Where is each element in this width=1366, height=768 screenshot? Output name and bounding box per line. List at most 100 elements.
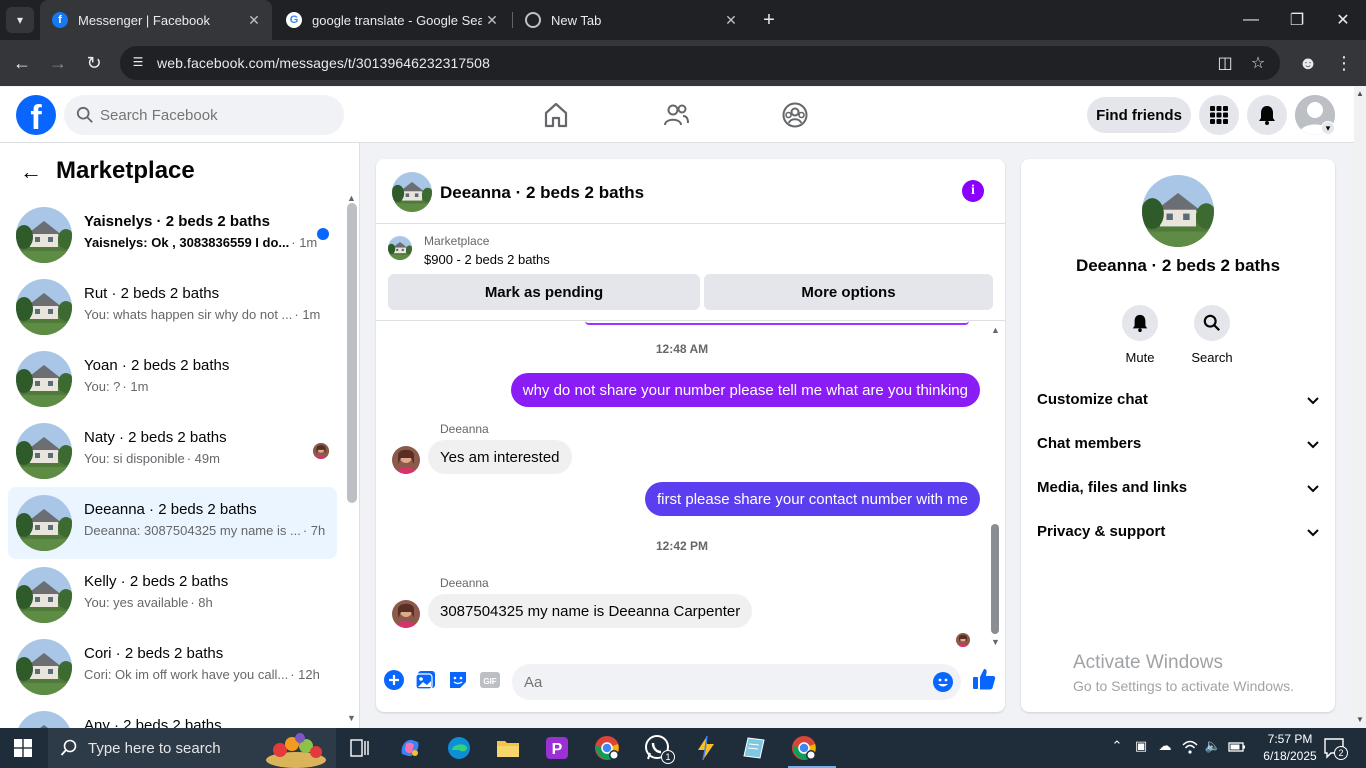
taskbar-search[interactable]: Type here to search bbox=[48, 728, 336, 768]
details-name: Deeanna · 2 beds 2 baths bbox=[1075, 256, 1281, 275]
house-photo-icon bbox=[16, 639, 72, 695]
tab-google-search[interactable]: G google translate - Google Search ✕ bbox=[274, 0, 510, 40]
photo-icon[interactable] bbox=[415, 669, 437, 691]
info-icon[interactable]: i bbox=[962, 180, 984, 202]
whatsapp-icon[interactable]: 1 bbox=[641, 732, 675, 764]
forward-button[interactable]: → bbox=[44, 49, 72, 77]
onedrive-icon[interactable]: ☁ bbox=[1156, 738, 1174, 756]
conv-scroll-up[interactable]: ▲ bbox=[991, 325, 1000, 335]
list-scroll-up[interactable]: ▲ bbox=[347, 193, 356, 203]
bookmark-star-icon[interactable]: ☆ bbox=[1249, 55, 1267, 73]
chat-list-item[interactable]: Naty · 2 beds 2 baths You: si disponible … bbox=[8, 415, 337, 487]
chat-list-item[interactable]: Any · 2 beds 2 baths bbox=[8, 703, 337, 728]
power-automate-icon[interactable] bbox=[690, 732, 722, 764]
find-friends-button[interactable]: Find friends bbox=[1087, 97, 1191, 133]
emoji-icon[interactable] bbox=[932, 671, 954, 693]
conv-scroll-down[interactable]: ▼ bbox=[991, 637, 1000, 647]
url-text[interactable]: web.facebook.com/messages/t/301396462323… bbox=[157, 55, 490, 71]
file-explorer-icon[interactable] bbox=[492, 732, 524, 764]
scroll-up-arrow[interactable]: ▲ bbox=[1356, 89, 1364, 98]
new-tab-button[interactable]: + bbox=[758, 8, 780, 32]
more-options-button[interactable]: More options bbox=[704, 274, 993, 310]
home-icon[interactable] bbox=[542, 101, 570, 129]
facebook-logo[interactable]: f bbox=[16, 95, 56, 135]
customize-chat-row[interactable]: Customize chat bbox=[1029, 378, 1327, 422]
chat-list-item[interactable]: Rut · 2 beds 2 baths You: whats happen si… bbox=[8, 271, 337, 343]
volume-icon[interactable]: 🔈 bbox=[1204, 738, 1222, 756]
copilot-icon[interactable] bbox=[394, 732, 426, 764]
back-button[interactable]: ← bbox=[8, 49, 36, 77]
conversation-avatar[interactable] bbox=[392, 172, 432, 212]
plus-circle-icon[interactable] bbox=[383, 669, 405, 691]
outgoing-message[interactable]: first please share your contact number w… bbox=[645, 482, 980, 516]
profile-icon[interactable]: ☻ bbox=[1294, 49, 1322, 77]
chat-time: · 1m bbox=[294, 307, 321, 322]
menu-grid-button[interactable] bbox=[1199, 95, 1239, 135]
conversation-scrollbar[interactable] bbox=[991, 524, 999, 634]
browser-menu-icon[interactable]: ⋮ bbox=[1330, 49, 1358, 77]
chat-list-item[interactable]: Cori · 2 beds 2 baths Cori: Ok im off wor… bbox=[8, 631, 337, 703]
thumbs-up-icon[interactable] bbox=[972, 667, 996, 691]
chat-list-item[interactable]: Kelly · 2 beds 2 baths You: yes available… bbox=[8, 559, 337, 631]
task-view-icon[interactable] bbox=[344, 732, 376, 764]
chrome-active-icon[interactable] bbox=[788, 732, 836, 768]
sticker-icon[interactable] bbox=[447, 669, 469, 691]
install-app-icon[interactable]: ◫ bbox=[1216, 55, 1234, 73]
chat-list-item[interactable]: Yoan · 2 beds 2 baths You: ? · 1m bbox=[8, 343, 337, 415]
search-action[interactable]: Search bbox=[1182, 305, 1242, 365]
notes-app-icon[interactable] bbox=[738, 732, 770, 764]
scroll-down-arrow[interactable]: ▼ bbox=[1356, 715, 1364, 724]
picsart-icon[interactable]: P bbox=[541, 732, 573, 764]
tab-search-dropdown[interactable]: ▾ bbox=[6, 7, 34, 33]
sender-avatar[interactable] bbox=[392, 446, 420, 474]
incoming-message[interactable]: 3087504325 my name is Deeanna Carpenter bbox=[428, 594, 753, 628]
site-settings-icon[interactable]: ☰ bbox=[130, 55, 146, 71]
restore-button[interactable]: ❐ bbox=[1274, 0, 1320, 40]
wifi-icon[interactable] bbox=[1181, 738, 1199, 756]
chat-list-item[interactable]: Yaisnelys · 2 beds 2 baths Yaisnelys: Ok … bbox=[8, 199, 337, 271]
back-arrow-icon[interactable]: ← bbox=[20, 161, 44, 185]
reload-button[interactable]: ↻ bbox=[80, 49, 108, 77]
mute-action[interactable]: Mute bbox=[1110, 305, 1170, 365]
gif-icon[interactable]: GIF bbox=[479, 669, 501, 691]
account-chevron-icon[interactable]: ▾ bbox=[1321, 121, 1335, 135]
close-tab-icon[interactable]: ✕ bbox=[721, 12, 741, 29]
sender-avatar[interactable] bbox=[392, 600, 420, 628]
mark-as-pending-button[interactable]: Mark as pending bbox=[388, 274, 700, 310]
show-hidden-icons[interactable]: ⌃ bbox=[1108, 738, 1126, 756]
chrome-profile-icon[interactable] bbox=[591, 732, 623, 764]
tab-messenger[interactable]: f Messenger | Facebook ✕ bbox=[40, 0, 272, 40]
conversation-title[interactable]: Deeanna · 2 beds 2 baths bbox=[440, 183, 644, 203]
address-bar[interactable]: ☰ web.facebook.com/messages/t/3013964623… bbox=[120, 46, 1280, 80]
friends-icon[interactable] bbox=[662, 101, 690, 129]
meet-now-icon[interactable]: ▣ bbox=[1132, 738, 1150, 756]
message-input-box[interactable] bbox=[512, 664, 961, 700]
edge-icon[interactable] bbox=[443, 732, 475, 764]
facebook-search[interactable] bbox=[64, 95, 344, 135]
system-clock[interactable]: 7:57 PM 6/18/2025 bbox=[1258, 731, 1322, 765]
media-files-links-row[interactable]: Media, files and links bbox=[1029, 466, 1327, 510]
message-input[interactable] bbox=[524, 664, 914, 700]
windows-start-icon[interactable] bbox=[14, 739, 32, 757]
details-avatar[interactable] bbox=[1142, 175, 1214, 247]
clock-time: 7:57 PM bbox=[1267, 732, 1313, 746]
page-scrollbar[interactable]: ▲ ▼ bbox=[1354, 87, 1366, 728]
close-window-button[interactable]: ✕ bbox=[1320, 0, 1366, 40]
groups-icon[interactable] bbox=[781, 101, 809, 129]
chat-members-row[interactable]: Chat members bbox=[1029, 422, 1327, 466]
listing-title[interactable]: $900 - 2 beds 2 baths bbox=[424, 252, 550, 267]
close-tab-icon[interactable]: ✕ bbox=[482, 12, 502, 29]
search-input[interactable] bbox=[100, 95, 330, 135]
close-tab-icon[interactable]: ✕ bbox=[244, 12, 264, 29]
notifications-button[interactable] bbox=[1247, 95, 1287, 135]
battery-icon[interactable] bbox=[1228, 738, 1246, 756]
outgoing-message[interactable]: why do not share your number please tell… bbox=[510, 373, 980, 407]
list-scroll-down[interactable]: ▼ bbox=[347, 713, 356, 723]
listing-thumbnail[interactable] bbox=[388, 236, 412, 260]
privacy-support-row[interactable]: Privacy & support bbox=[1029, 510, 1327, 554]
minimize-button[interactable]: — bbox=[1228, 0, 1274, 40]
chat-list-item[interactable]: Deeanna · 2 beds 2 baths Deeanna: 3087504… bbox=[8, 487, 337, 559]
incoming-message[interactable]: Yes am interested bbox=[428, 440, 572, 474]
chat-list-scrollbar[interactable] bbox=[347, 203, 357, 503]
tab-new-tab[interactable]: New Tab ✕ bbox=[513, 0, 749, 40]
